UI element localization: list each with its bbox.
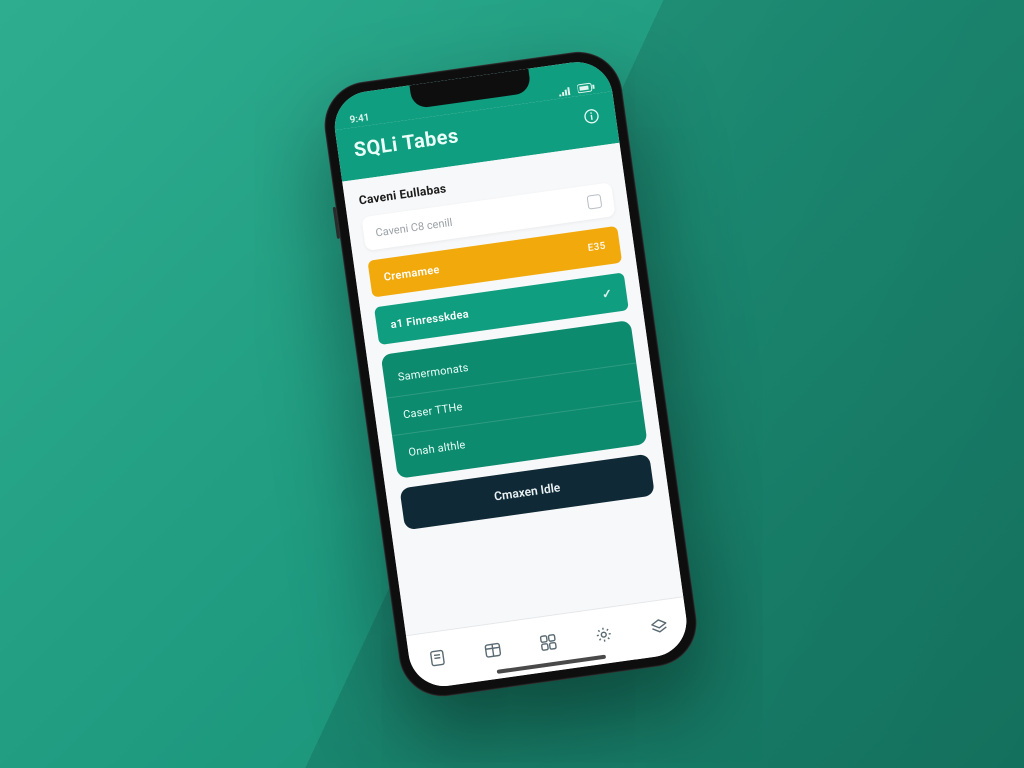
panel-row-0-label: Samermonats (397, 361, 469, 384)
tab-layers[interactable] (646, 613, 673, 640)
phone-frame: 9:41 SQLi Tabes (319, 46, 702, 702)
tab-table[interactable] (479, 636, 506, 663)
info-icon[interactable] (582, 107, 600, 125)
panel-row-2-label: Onah althle (408, 438, 467, 459)
mockup-stage: 9:41 SQLi Tabes (0, 0, 1024, 768)
phone-screen: 9:41 SQLi Tabes (330, 58, 691, 691)
pill-amber-label: Cremamee (383, 263, 440, 284)
tab-doc[interactable] (424, 644, 451, 671)
options-panel: Samermonats Caser TTHe Onah althle (381, 320, 648, 479)
battery-icon (577, 82, 596, 94)
content-area: Caveni Eullabas Caveni C8 cenill Cremame… (342, 143, 683, 636)
copy-icon[interactable] (587, 194, 603, 210)
check-icon: ✓ (601, 286, 613, 301)
status-time: 9:41 (349, 112, 370, 126)
app-title: SQLi Tabes (352, 123, 460, 161)
panel-row-1-label: Caser TTHe (402, 400, 463, 421)
pill-green-label: a1 Finresskdea (390, 307, 470, 331)
input-placeholder: Caveni C8 cenill (375, 215, 453, 239)
tab-settings[interactable] (590, 621, 617, 648)
tab-grid[interactable] (535, 628, 562, 655)
pill-amber-suffix: E35 (587, 241, 606, 254)
signal-icon (557, 85, 572, 97)
primary-button-label: Cmaxen Idle (493, 480, 561, 503)
